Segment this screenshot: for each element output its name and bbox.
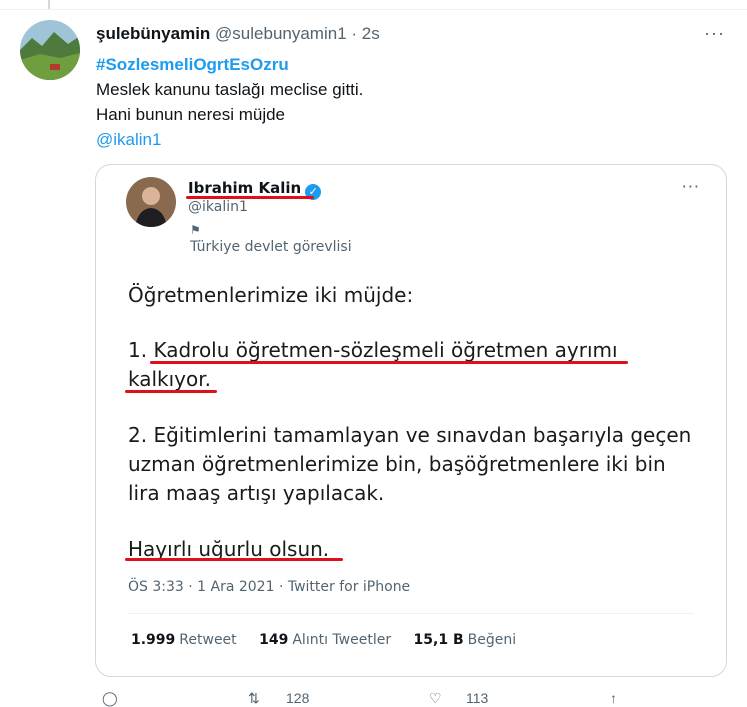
quoted-display-name: Ibrahim Kalin (188, 179, 302, 197)
retweet-icon[interactable]: ⇅ (248, 690, 260, 707)
quoted-handle: @ikalin1 (188, 199, 248, 215)
avatar[interactable] (20, 20, 80, 80)
quoted-text-line: 2. Eğitimlerini tamamlayan ve sınavdan b… (128, 423, 692, 447)
quoted-timestamp: ÖS 3:33 · 1 Ara 2021 · Twitter for iPhon… (128, 579, 411, 595)
mention-link[interactable]: @ikalin1 (96, 127, 363, 152)
quoted-text-line: uzman öğretmenlerimize bin, başöğretmenl… (128, 452, 666, 476)
reply-icon[interactable]: ◯ (102, 690, 118, 707)
like-stat: 15,1 B Beğeni (413, 632, 517, 648)
hashtag-link[interactable]: #SozlesmeliOgrtEsOzru (96, 52, 363, 77)
display-name[interactable]: şulebünyamin (96, 24, 210, 43)
tweet-header: şulebünyamin @sulebunyamin1 · 2s (96, 24, 380, 44)
red-underline (125, 558, 343, 561)
thread-connector (48, 0, 50, 9)
account-label: Türkiye devlet görevlisi (190, 239, 352, 255)
flag-icon: ⚑ (190, 223, 201, 237)
quoted-tweet-image[interactable]: Ibrahim Kalin ✓ @ikalin1 ⚑ Türkiye devlet… (95, 164, 727, 677)
quoted-tweet-screenshot: Ibrahim Kalin ✓ @ikalin1 ⚑ Türkiye devlet… (96, 165, 726, 676)
quoted-avatar (126, 177, 176, 227)
quoted-more-icon: ··· (681, 177, 700, 196)
tweet-text: #SozlesmeliOgrtEsOzru Meslek kanunu tasl… (96, 52, 363, 152)
quote-stat: 149 Alıntı Tweetler (259, 632, 392, 648)
handle-and-time[interactable]: @sulebunyamin1 · 2s (215, 24, 380, 43)
retweet-stat: 1.999 Retweet (131, 632, 237, 648)
quoted-text-line: lira maaş artışı yapılacak. (128, 481, 385, 505)
thread-top-border (0, 0, 747, 10)
divider (128, 613, 694, 614)
quoted-stats: 1.999 Retweet 149 Alıntı Tweetler 15,1 B Be… (131, 632, 534, 648)
more-options-icon[interactable]: ··· (704, 23, 725, 44)
tweet-line: Hani bunun neresi müjde (96, 105, 286, 124)
quoted-text-line: Öğretmenlerimize iki müjde: (128, 283, 414, 307)
like-icon[interactable]: ♡ (429, 690, 442, 707)
tweet-actions: ◯ ⇅ 128 ♡ 113 ↑ (96, 690, 656, 707)
red-underline (125, 390, 217, 393)
red-underline (150, 361, 628, 364)
tweet-line: Meslek kanunu taslağı meclise gitti. (96, 80, 364, 99)
